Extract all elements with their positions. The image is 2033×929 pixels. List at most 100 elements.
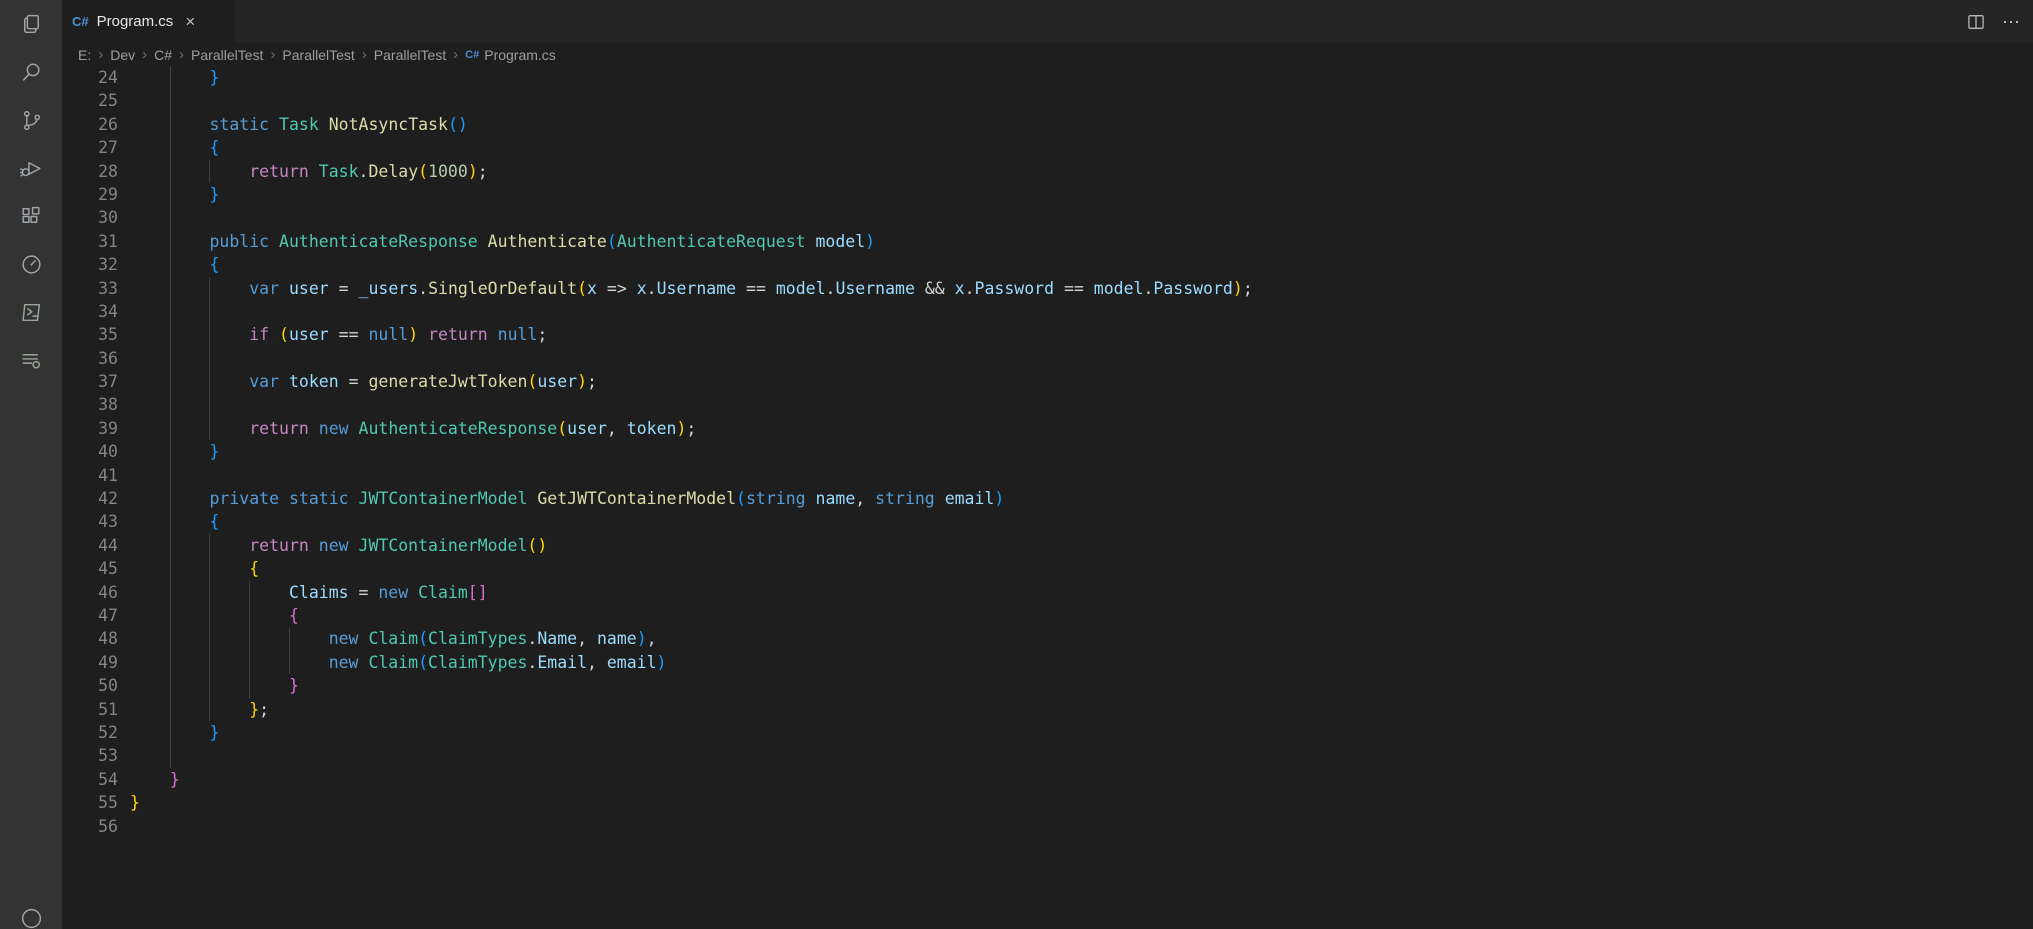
code-line[interactable]: 56 (62, 815, 2033, 838)
line-number[interactable]: 32 (62, 253, 118, 276)
code-line-text: } (130, 768, 180, 791)
code-line[interactable]: 48 new Claim(ClaimTypes.Name, name), (62, 627, 2033, 650)
tab-bar: C# Program.cs × ⋯ (62, 0, 2033, 43)
line-number[interactable]: 41 (62, 464, 118, 487)
line-number[interactable]: 26 (62, 113, 118, 136)
code-line-text: new Claim(ClaimTypes.Name, name), (130, 627, 657, 650)
extensions-icon[interactable] (0, 192, 62, 240)
breadcrumb-item[interactable]: Program.cs (484, 47, 556, 63)
code-line[interactable]: 32 { (62, 253, 2033, 276)
line-number[interactable]: 42 (62, 487, 118, 510)
code-line[interactable]: 40 } (62, 440, 2033, 463)
line-number[interactable]: 25 (62, 89, 118, 112)
line-number[interactable]: 28 (62, 160, 118, 183)
code-line[interactable]: 53 (62, 744, 2033, 767)
breadcrumb-item[interactable]: ParallelTest (282, 47, 354, 63)
chevron-right-icon: › (362, 46, 367, 63)
code-line[interactable]: 31 public AuthenticateResponse Authentic… (62, 230, 2033, 253)
code-line[interactable]: 54 } (62, 768, 2033, 791)
code-line[interactable]: 51 }; (62, 698, 2033, 721)
code-line[interactable]: 38 (62, 393, 2033, 416)
code-line-text: } (130, 66, 219, 89)
chevron-right-icon: › (453, 46, 458, 63)
code-line[interactable]: 45 { (62, 557, 2033, 580)
line-number[interactable]: 34 (62, 300, 118, 323)
line-number[interactable]: 39 (62, 417, 118, 440)
code-line[interactable]: 50 } (62, 674, 2033, 697)
code-line[interactable]: 47 { (62, 604, 2033, 627)
tab-program-cs[interactable]: C# Program.cs × (62, 0, 235, 43)
code-line[interactable]: 37 var token = generateJwtToken(user); (62, 370, 2033, 393)
more-actions-icon[interactable]: ⋯ (2002, 13, 2021, 31)
code-line[interactable]: 29 } (62, 183, 2033, 206)
search-icon[interactable] (0, 48, 62, 96)
code-line-text: { (130, 557, 259, 580)
chevron-right-icon: › (179, 46, 184, 63)
line-number[interactable]: 29 (62, 183, 118, 206)
code-line[interactable]: 55} (62, 791, 2033, 814)
code-line[interactable]: 30 (62, 206, 2033, 229)
line-number[interactable]: 35 (62, 323, 118, 346)
output-list-icon[interactable] (0, 336, 62, 384)
line-number[interactable]: 43 (62, 510, 118, 533)
line-number[interactable]: 55 (62, 791, 118, 814)
line-number[interactable]: 45 (62, 557, 118, 580)
code-line[interactable]: 46 Claims = new Claim[] (62, 581, 2033, 604)
line-number[interactable]: 36 (62, 347, 118, 370)
code-line[interactable]: 39 return new AuthenticateResponse(user,… (62, 417, 2033, 440)
code-line[interactable]: 36 (62, 347, 2033, 370)
breadcrumb-item[interactable]: Dev (110, 47, 135, 63)
line-number[interactable]: 50 (62, 674, 118, 697)
line-number[interactable]: 54 (62, 768, 118, 791)
line-number[interactable]: 33 (62, 277, 118, 300)
code-line[interactable]: 43 { (62, 510, 2033, 533)
line-number[interactable]: 47 (62, 604, 118, 627)
line-number[interactable]: 52 (62, 721, 118, 744)
code-line[interactable]: 26 static Task NotAsyncTask() (62, 113, 2033, 136)
code-line[interactable]: 35 if (user == null) return null; (62, 323, 2033, 346)
csharp-file-icon: C# (72, 14, 89, 29)
chevron-right-icon: › (98, 46, 103, 63)
code-line[interactable]: 28 return Task.Delay(1000); (62, 160, 2033, 183)
code-line[interactable]: 52 } (62, 721, 2033, 744)
terminal-icon[interactable] (0, 288, 62, 336)
code-line[interactable]: 41 (62, 464, 2033, 487)
line-number[interactable]: 24 (62, 66, 118, 89)
line-number[interactable]: 46 (62, 581, 118, 604)
line-number[interactable]: 56 (62, 815, 118, 838)
breadcrumb-item[interactable]: ParallelTest (191, 47, 263, 63)
code-line[interactable]: 42 private static JWTContainerModel GetJ… (62, 487, 2033, 510)
line-number[interactable]: 53 (62, 744, 118, 767)
code-line-text: { (130, 510, 219, 533)
run-debug-icon[interactable] (0, 144, 62, 192)
account-icon[interactable] (0, 894, 62, 929)
files-icon[interactable] (0, 0, 62, 48)
line-number[interactable]: 37 (62, 370, 118, 393)
line-number[interactable]: 51 (62, 698, 118, 721)
line-number[interactable]: 31 (62, 230, 118, 253)
breadcrumb-item[interactable]: C# (154, 47, 172, 63)
code-line[interactable]: 24 } (62, 66, 2033, 89)
line-number[interactable]: 44 (62, 534, 118, 557)
tab-close-icon[interactable]: × (185, 13, 195, 30)
code-line[interactable]: 27 { (62, 136, 2033, 159)
breadcrumb-item[interactable]: ParallelTest (374, 47, 446, 63)
breadcrumb-item[interactable]: E: (78, 47, 91, 63)
line-number[interactable]: 49 (62, 651, 118, 674)
clock-icon[interactable] (0, 240, 62, 288)
line-number[interactable]: 30 (62, 206, 118, 229)
code-area[interactable]: 24 }2526 static Task NotAsyncTask()27 {2… (62, 66, 2033, 838)
code-line[interactable]: 44 return new JWTContainerModel() (62, 534, 2033, 557)
line-number[interactable]: 40 (62, 440, 118, 463)
code-line[interactable]: 33 var user = _users.SingleOrDefault(x =… (62, 277, 2033, 300)
code-line[interactable]: 25 (62, 89, 2033, 112)
code-line-text: if (user == null) return null; (130, 323, 547, 346)
source-control-icon[interactable] (0, 96, 62, 144)
split-editor-icon[interactable] (1966, 12, 1986, 32)
code-line[interactable]: 49 new Claim(ClaimTypes.Email, email) (62, 651, 2033, 674)
code-line[interactable]: 34 (62, 300, 2033, 323)
line-number[interactable]: 27 (62, 136, 118, 159)
line-number[interactable]: 38 (62, 393, 118, 416)
line-number[interactable]: 48 (62, 627, 118, 650)
code-line-text: Claims = new Claim[] (130, 581, 488, 604)
